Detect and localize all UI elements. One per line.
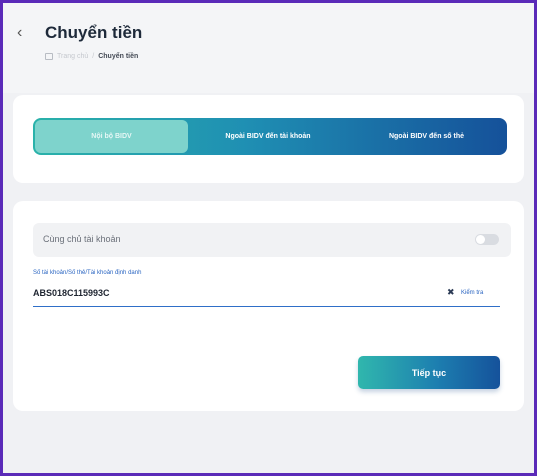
transfer-type-card: Nội bộ BIDV Ngoài BIDV đến tài khoản Ngo…: [13, 95, 524, 183]
breadcrumb-home[interactable]: Trang chủ: [57, 53, 88, 60]
breadcrumb-separator: /: [92, 53, 95, 60]
home-icon[interactable]: [45, 53, 53, 60]
account-field-underline: [33, 306, 500, 307]
chevron-left-icon: ‹: [17, 24, 23, 41]
account-field-label: Số tài khoản/Số thẻ/Tài khoản định danh: [33, 270, 142, 276]
breadcrumb: Trang chủ / Chuyển tiền: [45, 53, 138, 60]
breadcrumb-current: Chuyển tiền: [98, 53, 139, 60]
transfer-form-card: Cùng chủ tài khoản Số tài khoản/Số thẻ/T…: [13, 201, 524, 411]
app-frame: ‹ Chuyển tiền Trang chủ / Chuyển tiền Nộ…: [3, 3, 534, 473]
tab-external-account[interactable]: Ngoài BIDV đến tài khoản: [188, 120, 348, 153]
page-title: Chuyển tiền: [45, 23, 143, 42]
same-owner-label: Cùng chủ tài khoản: [43, 234, 121, 244]
toggle-knob: [476, 235, 485, 244]
same-owner-toggle[interactable]: [475, 234, 499, 245]
close-icon[interactable]: ✖: [447, 288, 455, 297]
same-owner-row: Cùng chủ tài khoản: [33, 223, 511, 257]
tab-internal-bidv[interactable]: Nội bộ BIDV: [35, 120, 188, 153]
tab-external-card[interactable]: Ngoài BIDV đến số thẻ: [348, 120, 505, 153]
transfer-type-tabs: Nội bộ BIDV Ngoài BIDV đến tài khoản Ngo…: [33, 118, 507, 155]
continue-button[interactable]: Tiếp tục: [358, 356, 500, 389]
account-number-input[interactable]: [33, 285, 333, 301]
check-account-link[interactable]: Kiểm tra: [461, 290, 483, 296]
back-button[interactable]: ‹: [17, 25, 22, 41]
page-header: ‹ Chuyển tiền Trang chủ / Chuyển tiền: [3, 3, 534, 93]
